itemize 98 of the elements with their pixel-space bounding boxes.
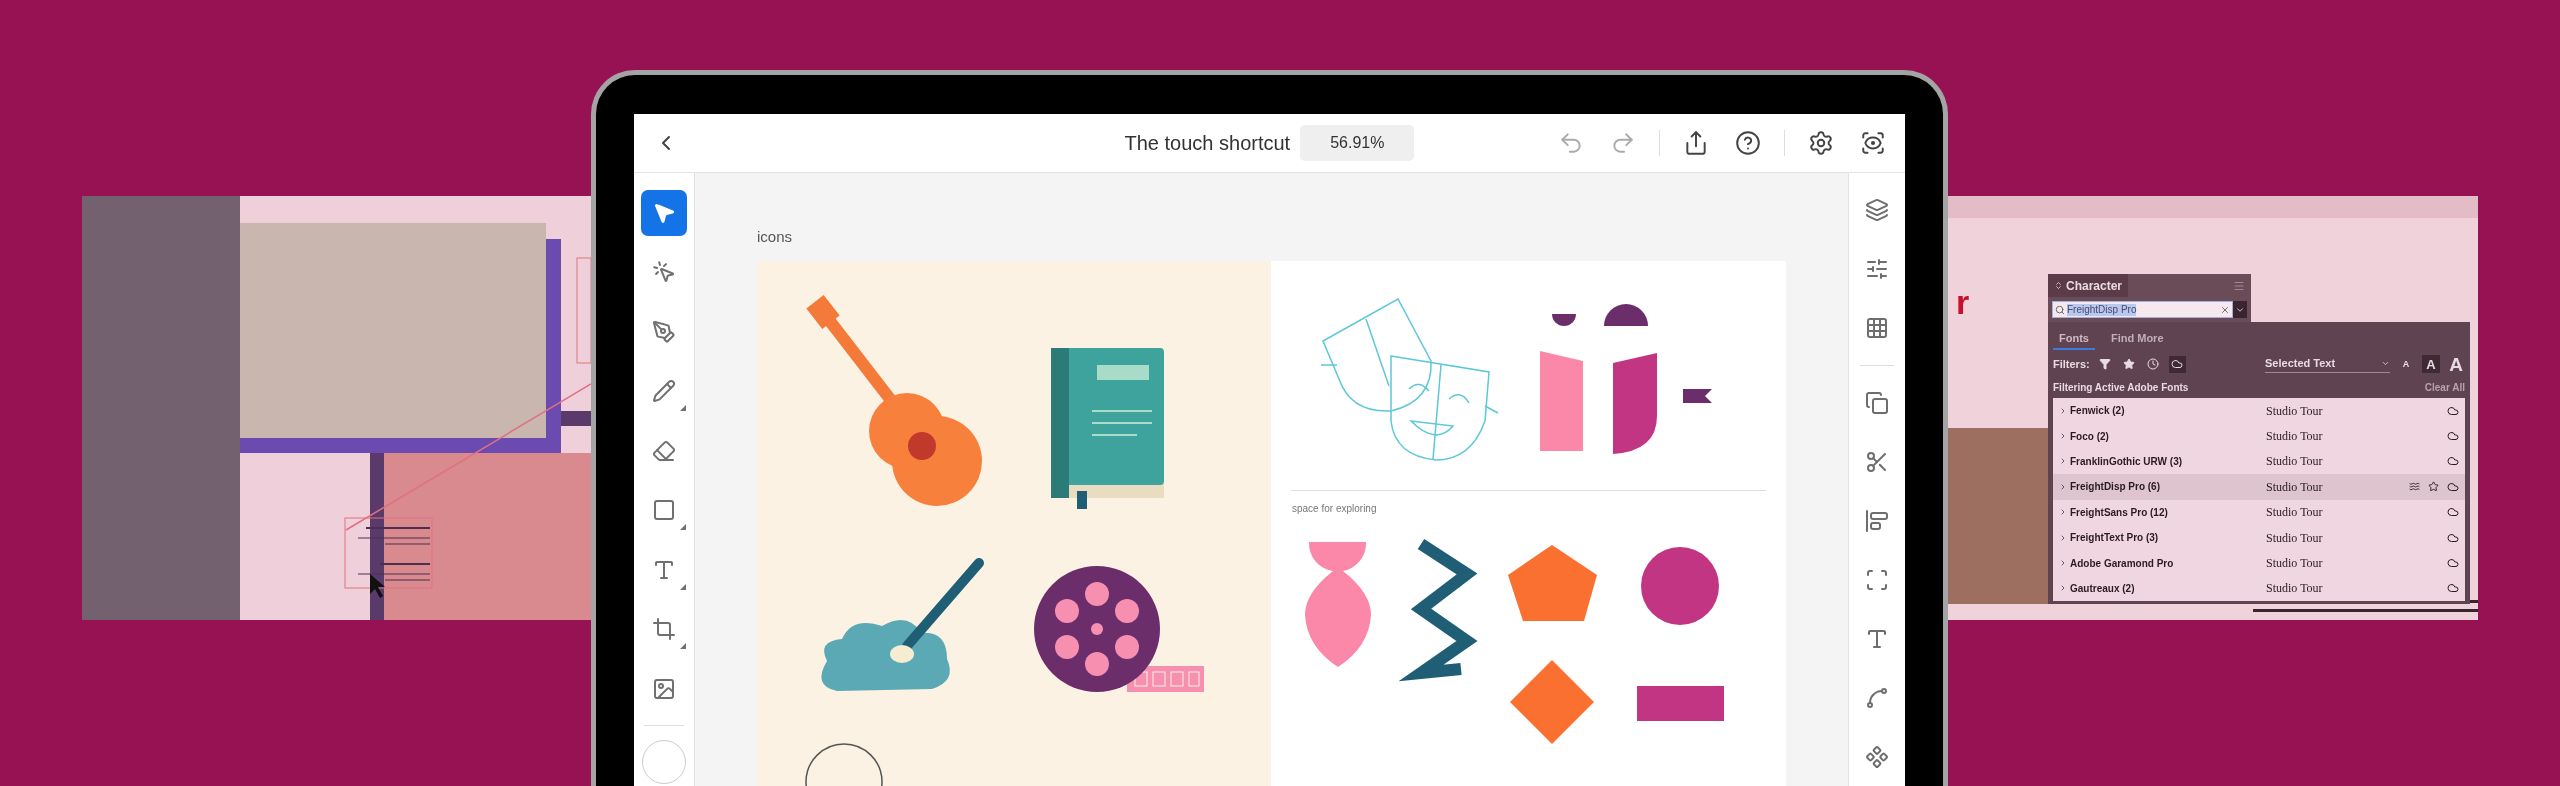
cloud-icon <box>2447 480 2459 493</box>
sliders-icon <box>1865 257 1889 282</box>
fill-color-swatch[interactable] <box>642 739 686 784</box>
clock-filter-button[interactable] <box>2144 355 2162 373</box>
font-row[interactable]: FreightSans Pro (12) Studio Tour <box>2053 499 2465 525</box>
expand-icon <box>2059 508 2067 517</box>
font-search-field[interactable]: FreightDisp Pro <box>2052 301 2233 318</box>
filter-icon <box>2099 358 2112 370</box>
panel-tab[interactable]: Fonts <box>2053 329 2095 350</box>
cloud-icon <box>2447 430 2459 443</box>
font-row[interactable]: Gautreaux (2) Studio Tour <box>2053 575 2465 602</box>
settings-icon <box>1808 130 1834 156</box>
filter-status: Filtering Active Adobe Fonts <box>2053 380 2189 395</box>
font-row[interactable]: Adobe Garamond Pro Studio Tour <box>2053 550 2465 576</box>
cloud-icon <box>2171 358 2184 370</box>
flyout-icon <box>680 583 686 590</box>
collapse-icon <box>2054 281 2063 290</box>
layers-icon <box>1865 198 1889 223</box>
preview-size-button[interactable]: A <box>2422 355 2440 373</box>
scissors-icon <box>1865 450 1889 474</box>
component-icon <box>1865 744 1889 769</box>
flyout-icon <box>680 524 686 531</box>
font-sample: Studio Tour <box>2266 555 2323 573</box>
font-sample: Studio Tour <box>2266 428 2323 446</box>
tool-button[interactable] <box>641 189 687 236</box>
cloud-icon <box>2447 531 2459 544</box>
zoom-field[interactable]: 56.91% <box>1300 125 1415 161</box>
search-icon <box>2055 304 2065 315</box>
preview-dropdown[interactable]: Selected Text <box>2265 355 2390 373</box>
font-row[interactable]: FreightDisp Pro (6) Studio Tour <box>2053 474 2465 500</box>
help-icon <box>1735 130 1761 156</box>
cloud-icon <box>2447 404 2459 417</box>
font-sample: Studio Tour <box>2266 402 2323 420</box>
star-icon <box>2123 358 2136 370</box>
cloud-icon <box>2447 557 2459 570</box>
font-row[interactable]: Fenwick (2) Studio Tour <box>2053 398 2465 424</box>
clear-all-link[interactable]: Clear All <box>2424 379 2465 395</box>
cloud-icon <box>2447 506 2459 519</box>
font-row[interactable]: Foco (2) Studio Tour <box>2053 423 2465 449</box>
image-icon <box>652 676 676 701</box>
rectangle-icon <box>652 498 676 523</box>
expand-icon <box>2059 559 2067 568</box>
section-label: space for exploring <box>1292 503 1377 515</box>
document-title: The touch shortcut <box>1124 131 1291 156</box>
font-name: FreightSans Pro (12) <box>2070 505 2169 520</box>
expand-icon <box>2059 533 2067 542</box>
flyout-icon <box>680 643 686 650</box>
font-name: FreightText Pro (3) <box>2070 531 2160 546</box>
preview-size-button[interactable]: A <box>2447 355 2465 373</box>
align-left-icon <box>1865 508 1889 533</box>
undo-icon <box>1558 130 1584 156</box>
font-name: Foco (2) <box>2070 429 2110 444</box>
favorite-icon <box>2428 481 2439 493</box>
eraser-icon <box>652 438 676 463</box>
filters-label: Filters: <box>2053 356 2090 372</box>
font-sample: Studio Tour <box>2266 478 2323 496</box>
heading-letter: r <box>1956 284 1970 320</box>
cloud-icon <box>2447 455 2459 468</box>
preview-size-button[interactable]: A <box>2397 355 2415 373</box>
font-sample: Studio Tour <box>2266 453 2323 471</box>
font-sample: Studio Tour <box>2266 580 2323 598</box>
font-name: Gautreaux (2) <box>2070 581 2136 596</box>
font-sample: Studio Tour <box>2266 529 2323 547</box>
panel-tab[interactable]: Find More <box>2104 329 2170 350</box>
pointer-icon <box>652 260 676 285</box>
panel-tab[interactable]: Character <box>2048 274 2129 297</box>
font-name: FreightDisp Pro (6) <box>2070 480 2161 495</box>
pencil-icon <box>652 379 676 404</box>
expand-icon <box>2059 406 2067 415</box>
font-name: Fenwick (2) <box>2070 404 2126 419</box>
expand-icon <box>2059 457 2067 466</box>
font-dropdown-button[interactable] <box>2233 301 2247 318</box>
clock-icon <box>2147 358 2160 370</box>
similar-icon <box>2409 481 2420 493</box>
clear-icon[interactable] <box>2220 304 2230 315</box>
artboard-label: icons <box>757 227 793 247</box>
font-name: FranklinGothic URW (3) <box>2070 454 2184 469</box>
grid-icon <box>1865 316 1889 341</box>
font-name: Adobe Garamond Pro <box>2070 556 2175 571</box>
cloud-icon <box>2447 582 2459 595</box>
search-text: FreightDisp Pro <box>2067 303 2137 316</box>
cloud-filter-button[interactable] <box>2168 355 2186 373</box>
font-row[interactable]: FreightText Pro (3) Studio Tour <box>2053 524 2465 551</box>
artboard-icon <box>652 617 676 642</box>
path-icon <box>1865 685 1889 710</box>
expand-icon <box>2059 432 2067 441</box>
font-sample: Studio Tour <box>2266 504 2323 522</box>
preview-icon <box>1860 130 1886 156</box>
redo-icon <box>1610 130 1636 156</box>
pen-icon <box>652 319 676 344</box>
overlap-squares-icon <box>1865 391 1889 416</box>
flyout-icon <box>680 405 686 412</box>
expand-icon <box>2059 584 2067 593</box>
font-row[interactable]: FranklinGothic URW (3) Studio Tour <box>2053 448 2465 475</box>
frame-icon <box>1865 567 1889 592</box>
expand-icon <box>2059 482 2067 491</box>
share-icon <box>1683 130 1709 156</box>
chevron-down-icon <box>2381 359 2390 368</box>
